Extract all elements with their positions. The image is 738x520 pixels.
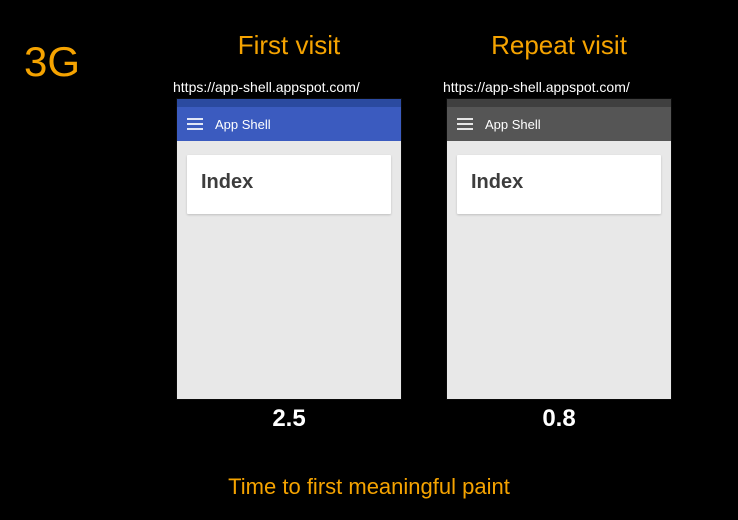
url-label: https://app-shell.appspot.com/ <box>169 79 360 95</box>
comparison-columns: First visit https://app-shell.appspot.co… <box>130 30 718 433</box>
status-bar <box>177 99 401 107</box>
content-card: Index <box>187 155 391 214</box>
content-area: Index <box>447 141 671 399</box>
phone-mock-first: App Shell Index <box>177 99 401 399</box>
content-card: Index <box>457 155 661 214</box>
url-label: https://app-shell.appspot.com/ <box>439 79 630 95</box>
slide-caption: Time to first meaningful paint <box>0 474 738 500</box>
app-bar-title: App Shell <box>485 117 541 132</box>
app-bar-title: App Shell <box>215 117 271 132</box>
app-bar: App Shell <box>447 107 671 141</box>
column-repeat-visit: Repeat visit https://app-shell.appspot.c… <box>439 30 679 433</box>
status-bar <box>447 99 671 107</box>
hamburger-icon <box>187 118 203 130</box>
card-title: Index <box>201 171 377 194</box>
column-title: First visit <box>238 30 341 61</box>
content-area: Index <box>177 141 401 399</box>
phone-mock-repeat: App Shell Index <box>447 99 671 399</box>
card-title: Index <box>471 171 647 194</box>
hamburger-icon <box>457 118 473 130</box>
timing-value: 0.8 <box>542 405 575 433</box>
network-badge: 3G <box>24 38 80 86</box>
column-first-visit: First visit https://app-shell.appspot.co… <box>169 30 409 433</box>
column-title: Repeat visit <box>491 30 627 61</box>
timing-value: 2.5 <box>272 405 305 433</box>
app-bar: App Shell <box>177 107 401 141</box>
